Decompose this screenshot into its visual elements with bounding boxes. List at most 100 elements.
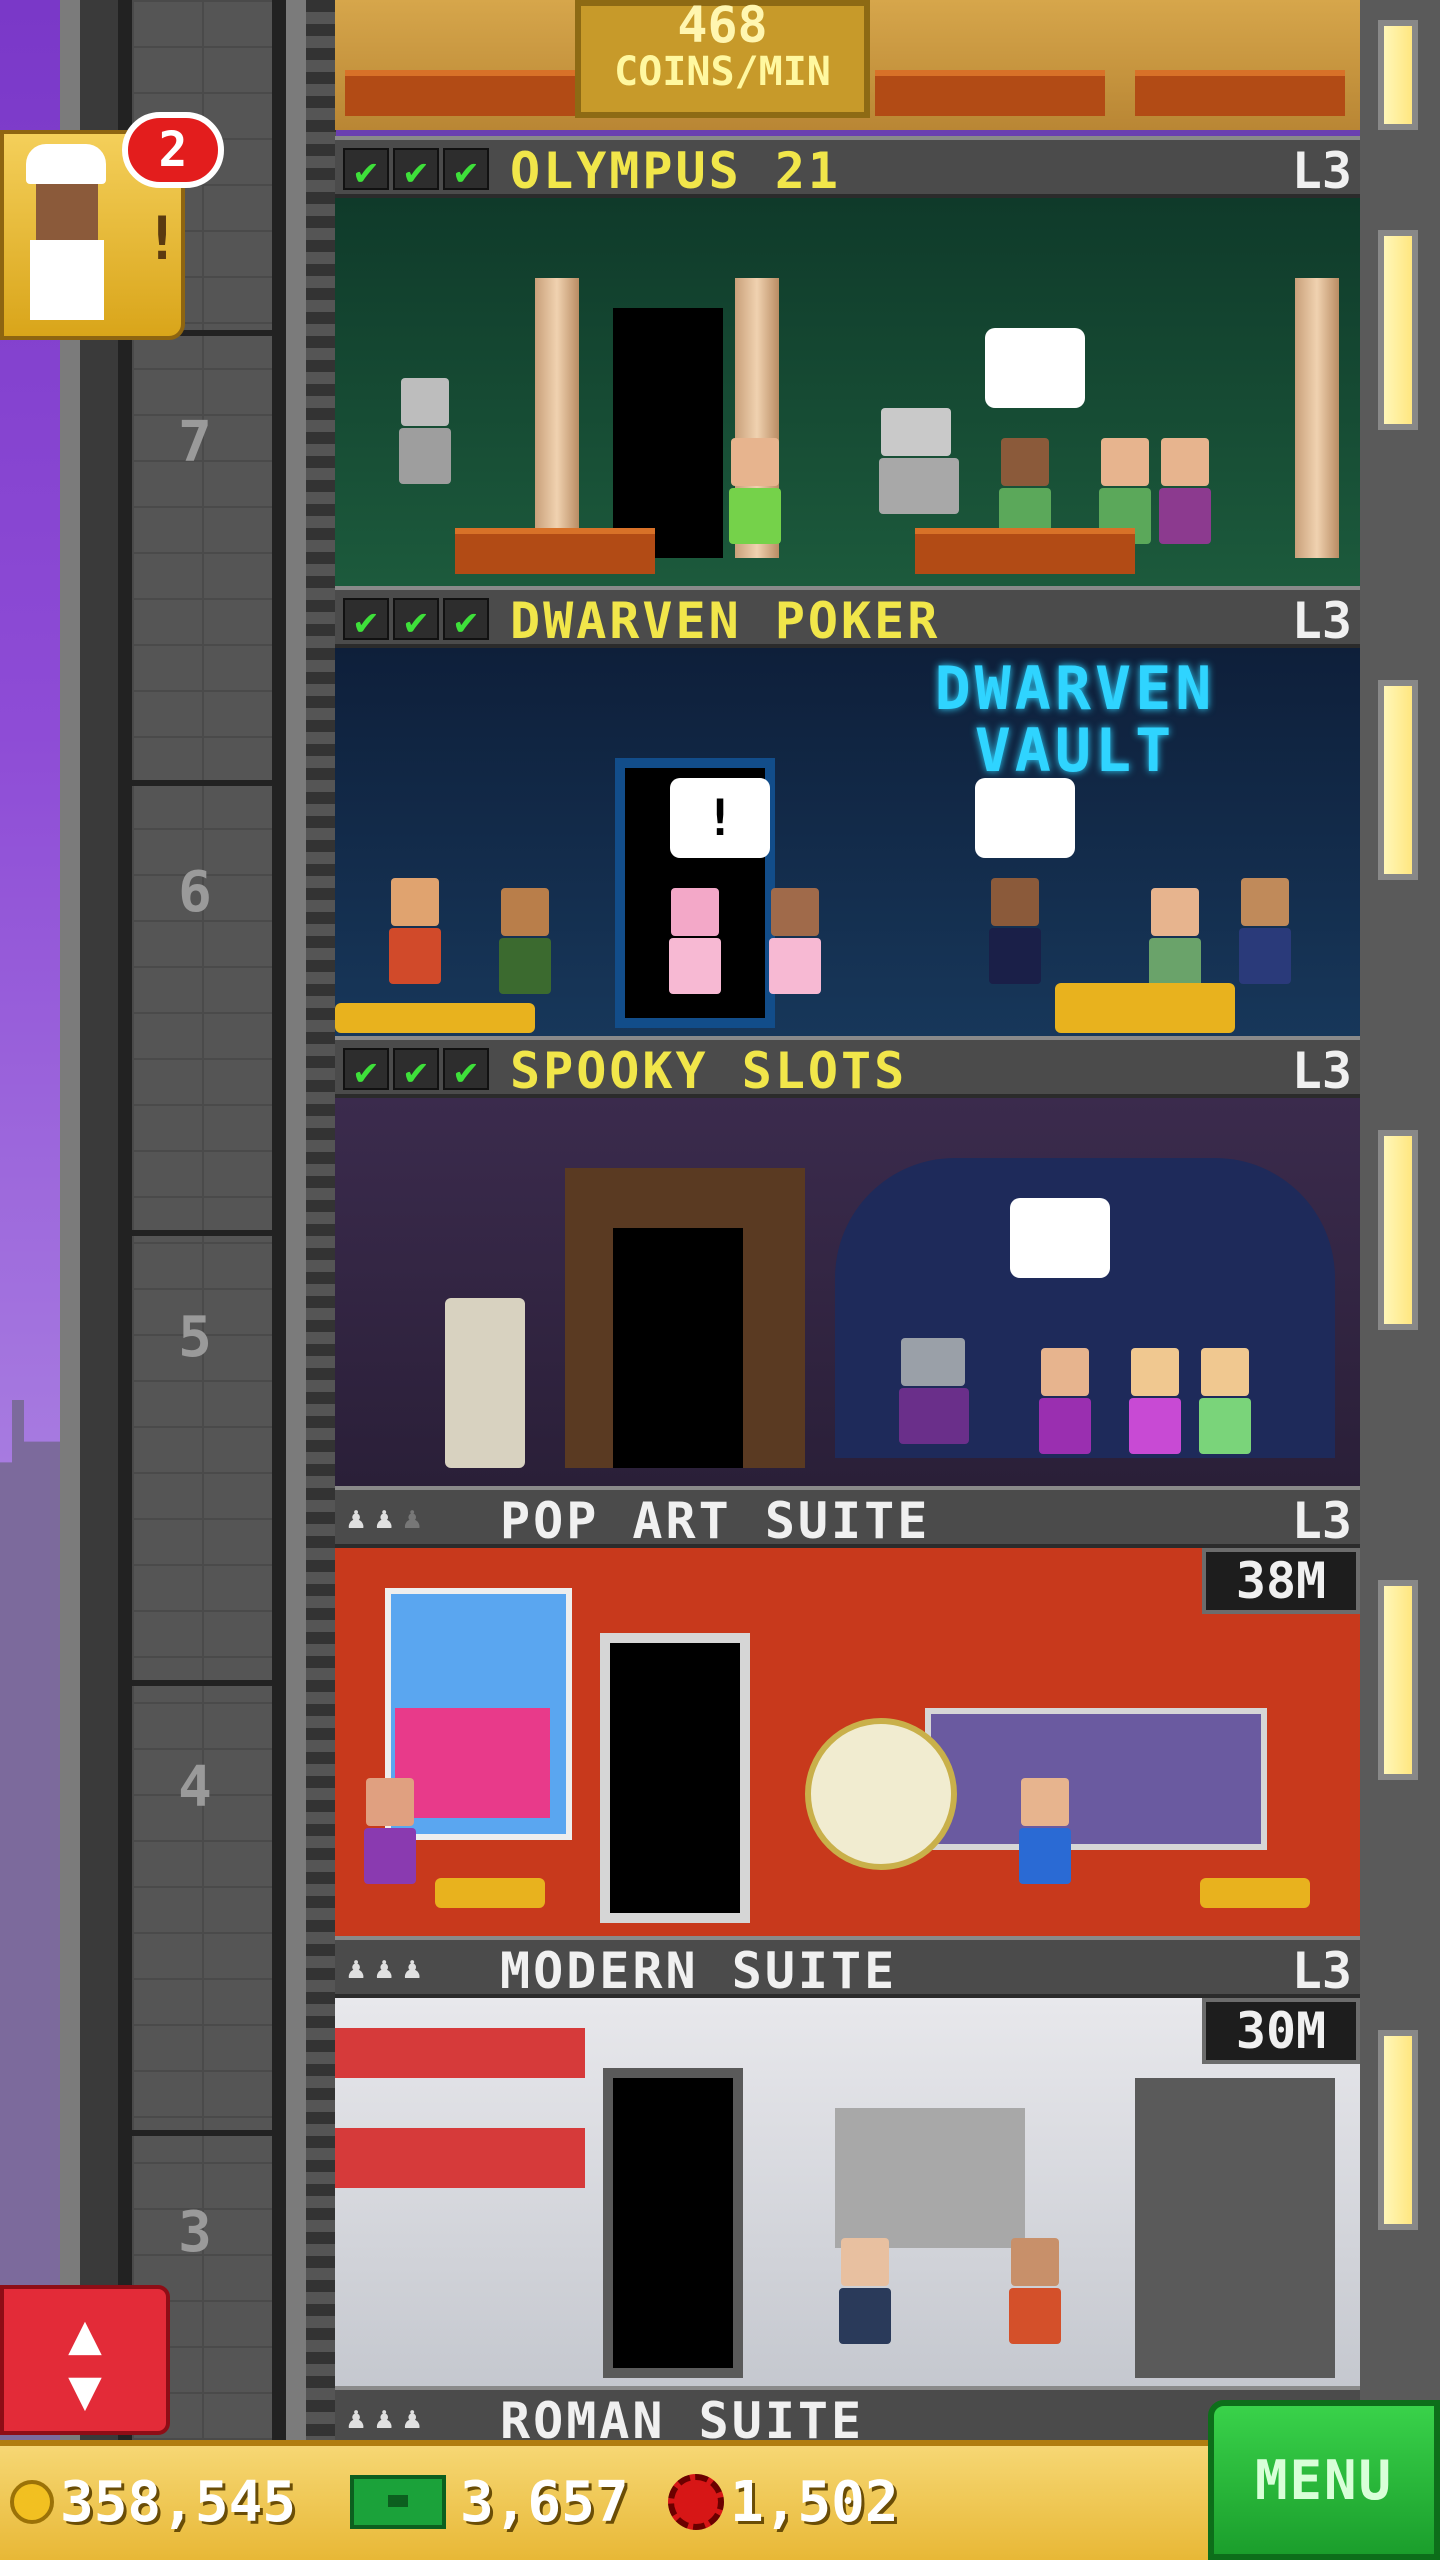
floor-level: L3 [1291,1942,1352,2000]
floor-top-partial[interactable]: 468 COINS/MIN [335,0,1360,136]
guest-character[interactable] [360,1778,420,1888]
floor-header[interactable]: ♟ ♟ ♟ ROMAN SUITE L3 [335,2386,1360,2440]
guest-character[interactable] [985,878,1045,988]
thought-bubble[interactable] [975,778,1075,858]
person-icon: ♟ [403,1501,422,1536]
gold-pile [335,1003,535,1033]
floor-number: 7 [178,410,212,475]
guest-character[interactable] [1235,878,1295,988]
floor-header[interactable]: ♟ ♟ ♟ MODERN SUITE L3 [335,1936,1360,1998]
room-interior[interactable]: DWARVEN VAULT ! [335,648,1360,1036]
bux-counter[interactable]: 3,657 [350,2460,629,2544]
floor-divider [132,1230,272,1236]
zombie-character[interactable] [895,1338,975,1448]
guest-character[interactable] [1125,1348,1185,1458]
floor-olympus-21[interactable]: ✔ ✔ ✔ OLYMPUS 21 L3 [335,136,1360,586]
shaft-bricks [132,0,272,2440]
floor-divider [132,780,272,786]
floor-level: L3 [1291,1042,1352,1100]
person-icon: ♟ [347,1951,366,1986]
guest-character[interactable] [1145,888,1205,998]
door [610,1643,740,1913]
tower-window [1378,2030,1418,2230]
check-icon: ✔ [393,598,439,642]
room-interior[interactable]: 30M [335,1998,1360,2386]
statue [395,378,455,488]
shaft-rail [60,0,80,2440]
coin-icon [10,2480,54,2524]
egg-chair [805,1718,957,1870]
floor-spooky-slots[interactable]: ✔ ✔ ✔ SPOOKY SLOTS L3 [335,1036,1360,1486]
room-interior[interactable] [335,1098,1360,1486]
coins-per-min-unit: COINS/MIN [614,49,831,95]
guest-character[interactable] [665,888,735,998]
bux-value: 3,657 [460,2469,629,2535]
floor-name: MODERN SUITE [500,1942,898,2000]
gaming-table [455,528,655,574]
room-interior[interactable]: 38M [335,1548,1360,1936]
gaming-table [875,70,1105,116]
chips-counter[interactable]: 1,502 [668,2460,899,2544]
menu-button[interactable]: MENU [1208,2400,1440,2560]
room-interior[interactable] [335,198,1360,586]
floor-pop-art-suite[interactable]: ♟ ♟ ♟ POP ART SUITE L3 38M [335,1486,1360,1936]
guest-character[interactable] [1005,2238,1065,2348]
resident-slots: ♟ ♟ ♟ [347,2404,421,2434]
floor-number: 5 [178,1305,212,1370]
check-icon: ✔ [393,148,439,192]
tower-window [1378,1580,1418,1780]
door [613,308,723,558]
guest-character[interactable] [765,888,825,998]
floor-level: L3 [1291,142,1352,200]
resident-slots: ♟ ♟ ♟ [347,1504,421,1534]
gold-pile [1055,983,1235,1033]
check-icon: ✔ [393,1048,439,1092]
floor-header[interactable]: ✔ ✔ ✔ DWARVEN POKER L3 [335,586,1360,648]
check-icon: ✔ [443,148,489,192]
gold-pile [1200,1878,1310,1908]
person-icon: ♟ [347,2401,366,2436]
guest-character[interactable] [495,888,555,998]
gaming-table [345,70,575,116]
floor-roman-suite[interactable]: ♟ ♟ ♟ ROMAN SUITE L3 [335,2386,1360,2440]
floor-name: SPOOKY SLOTS [510,1042,908,1100]
floor-modern-suite[interactable]: ♟ ♟ ♟ MODERN SUITE L3 30M [335,1936,1360,2386]
floor-name: OLYMPUS 21 [510,142,842,200]
floor-name: POP ART SUITE [500,1492,931,1550]
check-icon: ✔ [343,1048,389,1092]
casino-chip-icon [668,2474,724,2530]
floor-level: L3 [1291,1492,1352,1550]
checks: ✔ ✔ ✔ [343,598,489,642]
person-icon: ♟ [403,1951,422,1986]
guest-character[interactable] [725,438,785,548]
guest-character[interactable] [1195,1348,1255,1458]
floor-number: 4 [178,1755,212,1820]
coins-per-min-banner[interactable]: 468 COINS/MIN [575,0,870,118]
floor-divider [132,2130,272,2136]
tower-window [1378,230,1418,430]
pillar [535,278,579,558]
person-icon: ♟ [375,2401,394,2436]
elevator-button[interactable]: ▲ ▼ [0,2285,170,2435]
guest-character[interactable] [1015,1778,1075,1888]
floor-dwarven-poker[interactable]: ✔ ✔ ✔ DWARVEN POKER L3 DWARVEN VAULT ! [335,586,1360,1036]
shaft-rail [286,0,306,2440]
guest-character[interactable] [1155,438,1215,548]
guest-character[interactable] [385,878,445,988]
guest-character[interactable] [1035,1348,1095,1458]
guest-character[interactable] [835,2238,895,2348]
floor-header[interactable]: ✔ ✔ ✔ SPOOKY SLOTS L3 [335,1036,1360,1098]
wall-art [835,2108,1025,2248]
tower-window [1378,680,1418,880]
coins-counter[interactable]: 358,545 [10,2460,296,2544]
thought-bubble[interactable] [1010,1198,1110,1278]
person-icon: ♟ [347,1501,366,1536]
floor-header[interactable]: ✔ ✔ ✔ OLYMPUS 21 L3 [335,136,1360,198]
thought-bubble[interactable] [985,328,1085,408]
alert-bubble[interactable]: ! [670,778,770,858]
coins-per-min-value: 468 [677,0,768,54]
bookshelf [1135,2078,1335,2378]
chef-hat-icon [26,144,106,184]
floor-header[interactable]: ♟ ♟ ♟ POP ART SUITE L3 [335,1486,1360,1548]
red-wall-panel [335,2028,585,2078]
